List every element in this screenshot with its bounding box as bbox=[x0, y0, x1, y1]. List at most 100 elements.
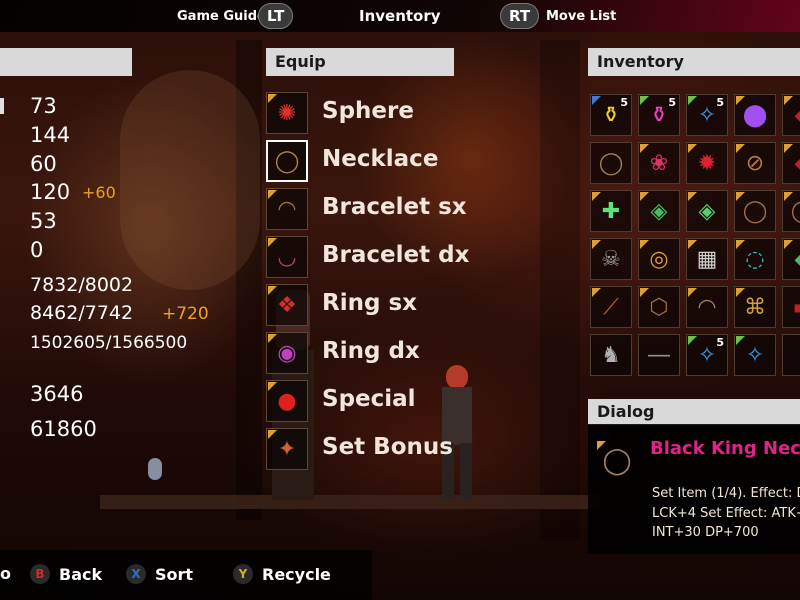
equip-slot-ring-dx[interactable]: ◉ Ring dx bbox=[266, 332, 596, 376]
inventory-item-partial[interactable]: ◯ bbox=[782, 190, 800, 232]
equip-slot-label: Ring sx bbox=[322, 290, 417, 316]
inventory-item-amulet-cross[interactable]: ✚ bbox=[590, 190, 632, 232]
scroll-icon: ⟋ bbox=[603, 294, 619, 320]
inventory-item-bracelet-gold[interactable]: ⌘ bbox=[734, 286, 776, 328]
ring-slot-frame: ❖ bbox=[266, 284, 308, 326]
equip-slot-necklace[interactable]: ◯ Necklace bbox=[266, 140, 596, 184]
stat-value: 61860 bbox=[30, 417, 97, 441]
equip-slot-ring-sx[interactable]: ❖ Ring sx bbox=[266, 284, 596, 328]
item-count: 5 bbox=[716, 336, 724, 349]
inventory-item-map[interactable]: ▦ bbox=[686, 238, 728, 280]
dialog-header-text: Dialog bbox=[597, 402, 655, 421]
beast-icon: ♞ bbox=[601, 342, 621, 368]
inventory-item-empty[interactable] bbox=[782, 334, 800, 376]
equip-slot-label: Special bbox=[322, 386, 416, 412]
dialog-line: LCK+4 Set Effect: ATK+ bbox=[652, 506, 800, 521]
x-button-icon: X bbox=[126, 564, 146, 584]
special-slot-frame: ● bbox=[266, 380, 308, 422]
item-count: 5 bbox=[620, 96, 628, 109]
sort-label: Sort bbox=[155, 564, 194, 584]
bracelet-slot-frame: ◠ bbox=[266, 188, 308, 230]
lt-button[interactable]: LT bbox=[258, 3, 294, 29]
inventory-item-sword[interactable]: ― bbox=[638, 334, 680, 376]
bracelet-gold-icon: ⌘ bbox=[744, 294, 766, 320]
inventory-item-partial[interactable]: ◆ bbox=[782, 94, 800, 136]
stat-value: 0 bbox=[30, 238, 44, 262]
necklace-icon: ◠ bbox=[697, 294, 717, 320]
amulet-green-icon: ◈ bbox=[698, 198, 716, 224]
gem-green-icon: ◆ bbox=[783, 239, 800, 279]
stat-bonus: +720 bbox=[162, 304, 209, 324]
move-list-label[interactable]: Move List bbox=[546, 0, 616, 32]
inventory-item-amulet-green[interactable]: ◈ bbox=[686, 190, 728, 232]
inventory-item-scroll[interactable]: ⟋ bbox=[590, 286, 632, 328]
inventory-item-scroll-blue[interactable]: ✧ 5 bbox=[686, 94, 728, 136]
map-icon: ▦ bbox=[696, 246, 718, 272]
inventory-grid: ⚱5 ⚱5 ✧5 ⬤ ◆ ◯ ❀ ✹ ⊘ ◆ ✚ ◈ ◈ ◯ ◯ ☠ ◎ ▦ ◌… bbox=[588, 92, 800, 378]
inventory-item-scroll-blue[interactable]: ✧ 5 bbox=[686, 334, 728, 376]
item-count: 5 bbox=[668, 96, 676, 109]
inventory-header: Inventory bbox=[588, 48, 800, 76]
inventory-item-potion-yellow[interactable]: ⚱ 5 bbox=[590, 94, 632, 136]
inventory-item-bracelet[interactable]: ⊘ bbox=[734, 142, 776, 184]
bracelet-icon: ◠ bbox=[277, 196, 297, 222]
inventory-item-beast[interactable]: ♞ bbox=[590, 334, 632, 376]
equip-slot-sphere[interactable]: ✺ Sphere bbox=[266, 92, 596, 136]
bracelet-icon: ◡ bbox=[277, 244, 297, 270]
game-guide-label[interactable]: Game Guide bbox=[177, 0, 266, 32]
inventory-item-partial[interactable]: ◆ bbox=[782, 142, 800, 184]
stat-value: 3646 bbox=[30, 382, 84, 406]
move-list-text: Move List bbox=[546, 8, 617, 24]
inventory-item-necklace-teal[interactable]: ◌ bbox=[734, 238, 776, 280]
stat-value: 60 bbox=[30, 152, 57, 176]
necklace-slot-frame: ◯ bbox=[266, 140, 308, 182]
stat-value: 120 bbox=[30, 180, 71, 204]
item-count: 5 bbox=[716, 96, 724, 109]
necklace-teal-icon: ◌ bbox=[745, 246, 765, 272]
special-icon: ● bbox=[277, 388, 297, 414]
stats-header bbox=[0, 48, 132, 76]
inventory-item-necklace[interactable]: ◯ bbox=[590, 142, 632, 184]
inventory-item-scroll-blue[interactable]: ✧ bbox=[734, 334, 776, 376]
gem-red-icon: ◆ bbox=[783, 143, 800, 183]
inventory-header-text: Inventory bbox=[597, 52, 684, 71]
inventory-item-ring-gold[interactable]: ◎ bbox=[638, 238, 680, 280]
bracelet-slot-frame: ◡ bbox=[266, 236, 308, 278]
equip-slot-special[interactable]: ● Special bbox=[266, 380, 596, 424]
back-action[interactable]: B Back bbox=[30, 564, 102, 584]
equip-slot-bracelet-sx[interactable]: ◠ Bracelet sx bbox=[266, 188, 596, 232]
game-guide-text: Game Guide bbox=[177, 8, 266, 24]
gem-red-icon: ✹ bbox=[697, 150, 717, 176]
bracelet-icon: ⬡ bbox=[649, 294, 669, 320]
set-bonus-icon: ✦ bbox=[277, 436, 297, 462]
recycle-action[interactable]: Y Recycle bbox=[233, 564, 331, 584]
necklace-icon: ◯ bbox=[598, 150, 624, 176]
equip-slot-bracelet-dx[interactable]: ◡ Bracelet dx bbox=[266, 236, 596, 280]
inventory-item-amulet-green[interactable]: ◈ bbox=[638, 190, 680, 232]
equip-slot-set-bonus[interactable]: ✦ Set Bonus bbox=[266, 428, 596, 472]
inventory-item-partial[interactable]: ◆ bbox=[782, 238, 800, 280]
stat-value: 73 bbox=[30, 94, 57, 118]
spirit-light bbox=[148, 458, 162, 480]
sort-action[interactable]: X Sort bbox=[126, 564, 193, 584]
partial-action-label: o bbox=[0, 564, 11, 583]
inventory-title: Inventory bbox=[359, 0, 441, 32]
inventory-item-necklace[interactable]: ◠ bbox=[686, 286, 728, 328]
equip-header: Equip bbox=[266, 48, 454, 76]
inventory-item-potion-pink[interactable]: ⚱ 5 bbox=[638, 94, 680, 136]
ring-gold-icon: ◎ bbox=[649, 246, 669, 272]
inventory-item-orb-purple[interactable]: ⬤ bbox=[734, 94, 776, 136]
equip-slot-label: Bracelet sx bbox=[322, 194, 467, 220]
inventory-item-bracelet[interactable]: ⬡ bbox=[638, 286, 680, 328]
stat-value: 7832/8002 bbox=[30, 274, 134, 296]
orb-purple-icon: ⬤ bbox=[742, 102, 768, 128]
inventory-item-necklace[interactable]: ◯ bbox=[734, 190, 776, 232]
inventory-item-skull[interactable]: ☠ bbox=[590, 238, 632, 280]
inventory-item-partial[interactable]: ▬ bbox=[782, 286, 800, 328]
rt-button-label: RT bbox=[500, 3, 540, 29]
sphere-icon: ✺ bbox=[277, 100, 297, 126]
recycle-label: Recycle bbox=[262, 564, 331, 584]
inventory-item-gem-red[interactable]: ✹ bbox=[686, 142, 728, 184]
inventory-item-gem-pink[interactable]: ❀ bbox=[638, 142, 680, 184]
rt-button[interactable]: RT bbox=[500, 3, 540, 29]
